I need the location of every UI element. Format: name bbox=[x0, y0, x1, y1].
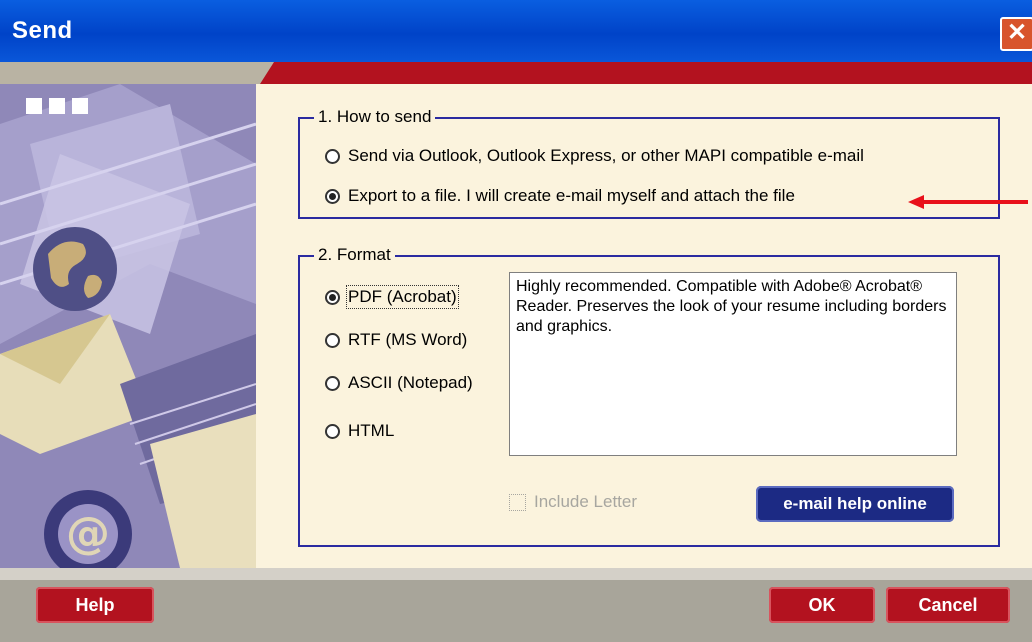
email-help-online-button[interactable]: e-mail help online bbox=[756, 486, 954, 522]
radio-format-pdf[interactable]: PDF (Acrobat) bbox=[325, 285, 459, 309]
radio-label: Send via Outlook, Outlook Express, or ot… bbox=[348, 146, 864, 165]
arrow-annotation-icon bbox=[908, 195, 1028, 209]
cancel-button[interactable]: Cancel bbox=[886, 587, 1010, 623]
decorative-artwork-panel: @ bbox=[0, 84, 256, 568]
brand-dots bbox=[26, 98, 88, 114]
radio-button[interactable] bbox=[325, 148, 340, 164]
radio-send-via-mapi[interactable]: Send via Outlook, Outlook Express, or ot… bbox=[325, 146, 864, 166]
dialog-footer bbox=[0, 568, 1032, 642]
email-artwork: @ bbox=[0, 84, 256, 568]
svg-text:@: @ bbox=[66, 508, 110, 559]
close-icon: ✕ bbox=[1006, 19, 1028, 46]
ok-button[interactable]: OK bbox=[769, 587, 875, 623]
checkbox-label: Include Letter bbox=[534, 492, 638, 511]
globe-icon bbox=[33, 227, 117, 311]
radio-button[interactable] bbox=[325, 188, 340, 204]
header-band bbox=[0, 62, 1032, 84]
send-dialog: Send ✕ @ 1. How to send Send via Outlook… bbox=[0, 0, 1032, 642]
include-letter-checkbox[interactable]: Include Letter bbox=[509, 492, 637, 512]
radio-label: ASCII (Notepad) bbox=[348, 373, 473, 392]
radio-label: PDF (Acrobat) bbox=[346, 285, 459, 309]
radio-format-html[interactable]: HTML bbox=[325, 421, 394, 441]
radio-label: RTF (MS Word) bbox=[348, 330, 468, 349]
radio-button[interactable] bbox=[325, 289, 340, 305]
window-title: Send bbox=[12, 17, 73, 44]
radio-button[interactable] bbox=[325, 375, 340, 391]
close-button[interactable]: ✕ bbox=[1000, 17, 1032, 51]
radio-label: HTML bbox=[348, 421, 395, 440]
radio-label: Export to a file. I will create e-mail m… bbox=[348, 186, 795, 205]
help-button[interactable]: Help bbox=[36, 587, 154, 623]
radio-export-to-file[interactable]: Export to a file. I will create e-mail m… bbox=[325, 186, 795, 206]
how-to-send-legend: 1. How to send bbox=[314, 107, 436, 127]
format-legend: 2. Format bbox=[314, 245, 395, 265]
radio-format-ascii[interactable]: ASCII (Notepad) bbox=[325, 373, 473, 393]
checkbox-box[interactable] bbox=[509, 493, 526, 511]
radio-button[interactable] bbox=[325, 423, 340, 439]
radio-button[interactable] bbox=[325, 332, 340, 348]
radio-format-rtf[interactable]: RTF (MS Word) bbox=[325, 330, 467, 350]
title-bar: Send ✕ bbox=[0, 0, 1032, 62]
format-description: Highly recommended. Compatible with Adob… bbox=[509, 272, 957, 456]
